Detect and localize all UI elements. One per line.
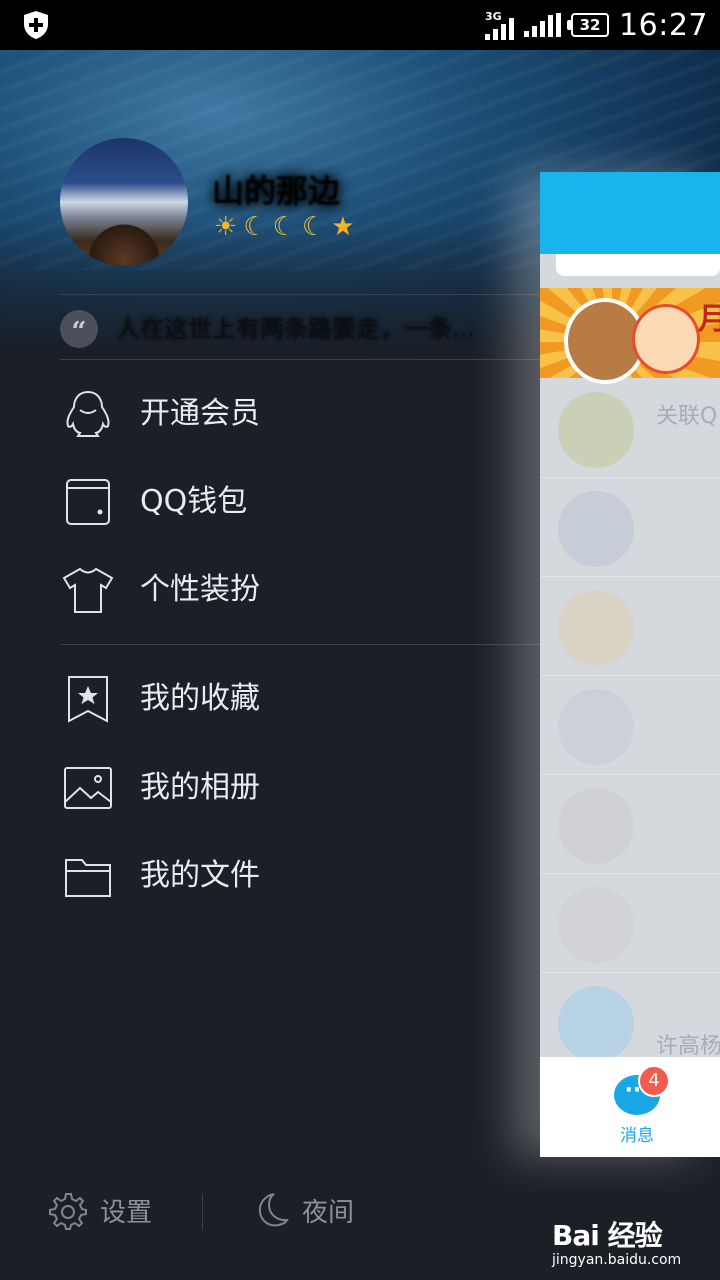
nickname[interactable]: 山的那边 bbox=[212, 166, 340, 212]
status-bar: 3G 32 16:27 bbox=[0, 0, 720, 50]
chat-avatar bbox=[558, 392, 634, 468]
tab-messages[interactable]: ··· 4 消息 bbox=[540, 1057, 720, 1157]
folder-icon bbox=[65, 859, 111, 897]
menu-item-label: 开通会员 bbox=[140, 396, 260, 431]
chat-row[interactable] bbox=[540, 774, 720, 874]
battery-icon: 32 bbox=[567, 13, 610, 37]
photo-icon bbox=[64, 767, 112, 809]
cartoon-face bbox=[632, 304, 700, 374]
separator bbox=[202, 1194, 203, 1230]
menu-item-favorites[interactable]: 我的收藏 bbox=[0, 659, 540, 739]
chat-name: 许高杨 bbox=[656, 1034, 720, 1059]
chat-row[interactable] bbox=[540, 576, 720, 676]
battery-level: 32 bbox=[579, 16, 601, 34]
menu-item-label: QQ钱包 bbox=[140, 484, 248, 519]
menu-item-wallet[interactable]: QQ钱包 bbox=[0, 462, 540, 542]
banner-text: 月 bbox=[698, 302, 720, 337]
chat-avatar bbox=[558, 986, 634, 1062]
chat-row[interactable] bbox=[540, 675, 720, 775]
search-box[interactable] bbox=[556, 254, 720, 276]
chat-avatar bbox=[558, 788, 634, 864]
divider bbox=[60, 644, 540, 645]
chat-avatar bbox=[558, 491, 634, 567]
chat-avatar bbox=[558, 689, 634, 765]
settings-label: 设置 bbox=[100, 1197, 153, 1228]
tshirt-icon bbox=[62, 567, 114, 613]
wallet-icon bbox=[66, 479, 110, 525]
signature[interactable]: 人在这世上有两条路要走，一条... bbox=[116, 312, 536, 346]
drawer-bottom-bar: 设置 夜间 bbox=[0, 1160, 540, 1270]
main-content-peek[interactable]: 月 关联Q 许高杨 ··· 4 消息 bbox=[540, 172, 720, 1157]
promo-banner[interactable]: 月 bbox=[540, 288, 720, 384]
chat-row[interactable] bbox=[540, 477, 720, 577]
shield-icon bbox=[24, 11, 48, 39]
watermark-url: jingyan.baidu.com bbox=[552, 1252, 682, 1268]
clock: 16:27 bbox=[619, 7, 708, 43]
settings-button[interactable]: 设置 bbox=[48, 1190, 152, 1230]
unread-badge: 4 bbox=[638, 1065, 670, 1097]
moon-icon: ☾ bbox=[301, 212, 326, 242]
menu-item-files[interactable]: 我的文件 bbox=[0, 836, 540, 916]
chat-name: 关联Q bbox=[656, 404, 718, 429]
chat-avatar bbox=[558, 887, 634, 963]
bookmark-star-icon bbox=[68, 676, 108, 723]
menu-item-label: 个性装扮 bbox=[140, 572, 260, 607]
night-mode-button[interactable]: 夜间 bbox=[252, 1190, 354, 1230]
signal-icon bbox=[524, 13, 562, 37]
menu-item-label: 我的文件 bbox=[140, 858, 260, 893]
gear-icon bbox=[49, 1193, 87, 1230]
moon-icon: ☾ bbox=[243, 212, 267, 242]
network-type: 3G bbox=[485, 10, 502, 23]
baidu-watermark: Bai 经验 jingyan.baidu.com bbox=[552, 1214, 712, 1270]
chat-row[interactable] bbox=[540, 873, 720, 973]
tab-label: 消息 bbox=[620, 1126, 654, 1146]
menu-item-label: 我的收藏 bbox=[140, 681, 260, 716]
star-icon: ★ bbox=[331, 212, 355, 242]
penguin-icon bbox=[66, 390, 110, 437]
menu-item-album[interactable]: 我的相册 bbox=[0, 748, 540, 828]
level-badges[interactable]: ☀ ☾ ☾ ☾ ★ bbox=[214, 212, 355, 242]
chat-avatar bbox=[558, 590, 634, 666]
menu-item-label: 我的相册 bbox=[140, 770, 260, 805]
moon-icon: ☾ bbox=[272, 212, 296, 242]
menu-item-vip[interactable]: 开通会员 bbox=[0, 374, 540, 454]
chat-row[interactable]: 关联Q bbox=[540, 378, 720, 478]
night-label: 夜间 bbox=[302, 1197, 355, 1228]
title-bar bbox=[540, 172, 720, 254]
sun-icon: ☀ bbox=[214, 212, 238, 242]
mobile-data-icon: 3G bbox=[485, 10, 515, 40]
avatar[interactable] bbox=[60, 138, 188, 266]
quote-icon: “ bbox=[60, 310, 98, 348]
divider bbox=[60, 294, 540, 295]
moon-icon bbox=[258, 1193, 289, 1227]
watermark-logo: Bai 经验 bbox=[552, 1219, 663, 1252]
divider bbox=[60, 359, 540, 360]
menu-item-theme[interactable]: 个性装扮 bbox=[0, 550, 540, 630]
